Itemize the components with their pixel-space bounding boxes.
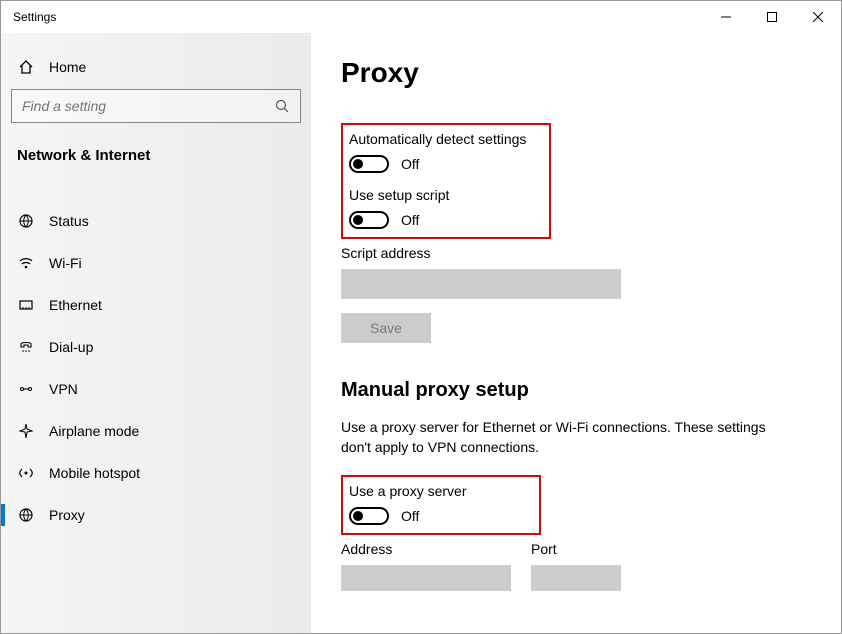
minimize-button[interactable] bbox=[703, 1, 749, 33]
script-address-input[interactable] bbox=[341, 269, 621, 299]
setup-script-toggle[interactable] bbox=[349, 211, 389, 229]
maximize-button[interactable] bbox=[749, 1, 795, 33]
search-input[interactable] bbox=[22, 98, 274, 114]
search-box[interactable] bbox=[11, 89, 301, 123]
sidebar-item-label: VPN bbox=[49, 381, 78, 397]
close-icon bbox=[813, 12, 823, 22]
address-input[interactable] bbox=[341, 565, 511, 591]
vpn-icon bbox=[17, 381, 35, 397]
highlight-auto-section: Automatically detect settings Off Use se… bbox=[341, 123, 551, 239]
use-proxy-toggle[interactable] bbox=[349, 507, 389, 525]
window-title: Settings bbox=[13, 10, 703, 24]
manual-section-desc: Use a proxy server for Ethernet or Wi-Fi… bbox=[341, 418, 781, 457]
hotspot-icon bbox=[17, 465, 35, 481]
sidebar-item-label: Airplane mode bbox=[49, 423, 139, 439]
sidebar-home[interactable]: Home bbox=[11, 51, 301, 89]
search-icon bbox=[274, 98, 290, 114]
status-icon bbox=[17, 213, 35, 229]
script-address-label: Script address bbox=[341, 245, 811, 261]
sidebar-item-label: Wi-Fi bbox=[49, 255, 82, 271]
port-label: Port bbox=[531, 541, 621, 557]
titlebar: Settings bbox=[1, 1, 841, 33]
dialup-icon bbox=[17, 339, 35, 355]
sidebar-item-airplane[interactable]: Airplane mode bbox=[11, 410, 301, 452]
home-icon bbox=[17, 59, 35, 75]
sidebar-section-heading: Network & Internet bbox=[11, 147, 301, 174]
setup-script-label: Use setup script bbox=[349, 187, 539, 203]
auto-detect-label: Automatically detect settings bbox=[349, 131, 539, 147]
save-button[interactable]: Save bbox=[341, 313, 431, 343]
window-controls bbox=[703, 1, 841, 33]
content-area: Proxy Automatically detect settings Off … bbox=[311, 33, 841, 633]
sidebar-item-label: Dial-up bbox=[49, 339, 93, 355]
auto-detect-toggle[interactable] bbox=[349, 155, 389, 173]
sidebar-item-label: Ethernet bbox=[49, 297, 102, 313]
airplane-icon bbox=[17, 423, 35, 439]
sidebar: Home Network & Internet Status Wi-Fi bbox=[1, 33, 311, 633]
sidebar-item-label: Proxy bbox=[49, 507, 85, 523]
maximize-icon bbox=[767, 12, 777, 22]
sidebar-item-hotspot[interactable]: Mobile hotspot bbox=[11, 452, 301, 494]
sidebar-item-dialup[interactable]: Dial-up bbox=[11, 326, 301, 368]
page-title: Proxy bbox=[341, 57, 811, 89]
sidebar-item-ethernet[interactable]: Ethernet bbox=[11, 284, 301, 326]
use-proxy-label: Use a proxy server bbox=[349, 483, 529, 499]
manual-section-title: Manual proxy setup bbox=[341, 379, 811, 402]
minimize-icon bbox=[721, 12, 731, 22]
close-button[interactable] bbox=[795, 1, 841, 33]
sidebar-nav: Status Wi-Fi Ethernet Dial-up bbox=[11, 174, 301, 536]
setup-script-state: Off bbox=[401, 212, 419, 228]
wifi-icon bbox=[17, 255, 35, 271]
port-input[interactable] bbox=[531, 565, 621, 591]
sidebar-home-label: Home bbox=[49, 59, 86, 75]
sidebar-item-label: Status bbox=[49, 213, 89, 229]
address-label: Address bbox=[341, 541, 511, 557]
sidebar-item-wifi[interactable]: Wi-Fi bbox=[11, 242, 301, 284]
auto-detect-state: Off bbox=[401, 156, 419, 172]
sidebar-item-status[interactable]: Status bbox=[11, 200, 301, 242]
sidebar-item-proxy[interactable]: Proxy bbox=[11, 494, 301, 536]
ethernet-icon bbox=[17, 297, 35, 313]
sidebar-item-label: Mobile hotspot bbox=[49, 465, 140, 481]
highlight-proxy-toggle: Use a proxy server Off bbox=[341, 475, 541, 535]
sidebar-item-vpn[interactable]: VPN bbox=[11, 368, 301, 410]
proxy-icon bbox=[17, 507, 35, 523]
use-proxy-state: Off bbox=[401, 508, 419, 524]
